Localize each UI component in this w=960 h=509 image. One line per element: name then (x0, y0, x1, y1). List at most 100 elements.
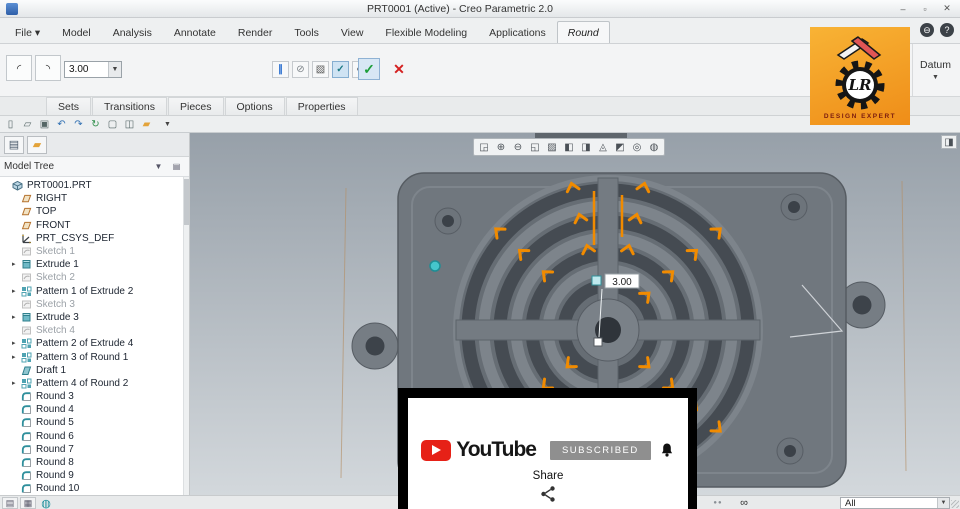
subtab-properties[interactable]: Properties (285, 97, 358, 115)
tab-analysis[interactable]: Analysis (102, 21, 163, 43)
tree-item[interactable]: Round 3 (0, 390, 189, 403)
tree-scrollbar-thumb[interactable] (184, 179, 189, 225)
minimize-icon[interactable]: – (896, 3, 910, 15)
save-icon[interactable]: ▣ (37, 117, 52, 131)
folder-icon[interactable]: ▰ (139, 117, 154, 131)
tree-item[interactable]: FRONT (0, 219, 189, 232)
search-binoculars-icon[interactable]: ∞ (736, 497, 752, 509)
chevron-down-icon[interactable]: ▼ (932, 74, 939, 81)
tree-item[interactable]: Sketch 1 (0, 245, 189, 258)
regenerate-icon[interactable]: ↻ (88, 117, 103, 131)
dimension-value[interactable]: 3.00 (612, 277, 632, 288)
help-icon[interactable]: ? (940, 23, 954, 37)
share-icon[interactable] (539, 485, 557, 503)
tree-item[interactable]: Round 4 (0, 403, 189, 416)
tree-item[interactable]: Sketch 3 (0, 298, 189, 311)
windows-icon[interactable]: ◫ (122, 117, 137, 131)
settings-list-icon[interactable]: ▤ (167, 159, 185, 174)
expand-arrow-icon[interactable]: ▸ (12, 351, 21, 364)
tab-annotate[interactable]: Annotate (163, 21, 227, 43)
tab-render[interactable]: Render (227, 21, 283, 43)
view-manager-icon[interactable]: ◍ (646, 140, 662, 154)
tree-item[interactable]: TOP (0, 205, 189, 218)
ok-check-icon[interactable]: ✓ (358, 58, 380, 80)
tab-tools[interactable]: Tools (283, 21, 330, 43)
tree-scrollbar[interactable] (183, 177, 189, 495)
undo-icon[interactable]: ↶ (54, 117, 69, 131)
round-sets-icon[interactable]: ◜ (6, 55, 32, 81)
annotation-display-icon[interactable]: ◩ (612, 140, 628, 154)
subscribed-button[interactable]: SUBSCRIBED (549, 440, 651, 460)
tree-item[interactable]: Round 9 (0, 469, 189, 482)
panel-toggle-icon[interactable]: ◨ (941, 135, 957, 149)
expand-arrow-icon[interactable]: ▸ (12, 377, 21, 390)
dimension-handle[interactable] (591, 275, 602, 286)
tree-item[interactable]: Sketch 4 (0, 324, 189, 337)
reference-point[interactable] (429, 260, 441, 272)
preview-detached-icon[interactable]: ▧ (312, 61, 329, 78)
radius-input[interactable]: 3.00 ▼ (64, 61, 122, 78)
browser-toggle-icon[interactable]: ▦ (20, 497, 36, 509)
close-window-icon[interactable]: ▢ (105, 117, 120, 131)
spin-center-icon[interactable]: ◎ (629, 140, 645, 154)
tree-item[interactable]: ▸ Pattern 3 of Round 1 (0, 350, 189, 363)
tree-item[interactable]: ▸ Pattern 4 of Round 2 (0, 377, 189, 390)
folder-browser-tab-icon[interactable]: ▰ (27, 135, 47, 154)
tab-round[interactable]: Round (556, 21, 610, 43)
tree-item[interactable]: Round 10 (0, 482, 189, 495)
tree-item[interactable]: ▸ Pattern 2 of Extrude 4 (0, 337, 189, 350)
chevron-down-icon[interactable]: ▼ (937, 498, 949, 508)
close-icon[interactable]: ✕ (940, 3, 954, 15)
selection-filter-dropdown[interactable]: All ▼ (840, 497, 950, 509)
zoom-in-icon[interactable]: ⊕ (493, 140, 509, 154)
datum-group[interactable]: Datum ▼ (912, 44, 958, 96)
pause-icon[interactable]: ∥ (272, 61, 289, 78)
subtab-transitions[interactable]: Transitions (92, 97, 167, 115)
tree-item[interactable]: PRT0001.PRT (0, 179, 189, 192)
notification-bell-icon[interactable] (659, 442, 675, 458)
expand-arrow-icon[interactable]: ▸ (12, 337, 21, 350)
expand-arrow-icon[interactable]: ▸ (12, 285, 21, 298)
maximize-icon[interactable]: ▫ (918, 3, 932, 15)
subtab-pieces[interactable]: Pieces (167, 97, 224, 115)
resize-grip[interactable] (951, 500, 959, 508)
tab-applications[interactable]: Applications (478, 21, 557, 43)
new-file-icon[interactable]: ▯ (3, 117, 18, 131)
redo-icon[interactable]: ↷ (71, 117, 86, 131)
minimize-ribbon-icon[interactable]: ⊖ (920, 23, 934, 37)
datum-display-icon[interactable]: ◬ (595, 140, 611, 154)
expand-arrow-icon[interactable]: ▸ (12, 258, 21, 271)
radius-value[interactable]: 3.00 (65, 64, 108, 75)
remove-set-icon[interactable]: ⊘ (292, 61, 309, 78)
expand-arrow-icon[interactable]: ▸ (12, 311, 21, 324)
chevron-down-icon[interactable]: ▼ (108, 62, 121, 77)
tab-view[interactable]: View (330, 21, 375, 43)
open-icon[interactable]: ▱ (20, 117, 35, 131)
selection-dots-icon[interactable]: ●● (710, 497, 726, 509)
preview-attached-icon[interactable]: ✓ (332, 61, 349, 78)
tree-item[interactable]: RIGHT (0, 192, 189, 205)
tree-item[interactable]: Draft 1 (0, 364, 189, 377)
tab-model[interactable]: Model (51, 21, 102, 43)
tree-item[interactable]: ▸ Extrude 1 (0, 258, 189, 271)
tree-item[interactable]: PRT_CSYS_DEF (0, 232, 189, 245)
drag-handle[interactable] (593, 337, 603, 347)
filter-icon[interactable]: ▼ (149, 159, 167, 174)
repaint-icon[interactable]: ▨ (544, 140, 560, 154)
model-tree-toggle-icon[interactable]: ▤ (2, 497, 18, 509)
cancel-x-icon[interactable]: ✕ (388, 58, 410, 80)
tree-item[interactable]: Round 6 (0, 430, 189, 443)
tree-item[interactable]: Sketch 2 (0, 271, 189, 284)
tab-flexible-modeling[interactable]: Flexible Modeling (374, 21, 478, 43)
zoom-window-icon[interactable]: ◲ (476, 140, 492, 154)
tree-item[interactable]: ▸ Pattern 1 of Extrude 2 (0, 285, 189, 298)
more-icon[interactable]: ▼ (160, 117, 175, 131)
title-bar[interactable]: PRT0001 (Active) - Creo Parametric 2.0 –… (0, 0, 960, 18)
zoom-out-icon[interactable]: ⊖ (510, 140, 526, 154)
subtab-options[interactable]: Options (224, 97, 285, 115)
subtab-sets[interactable]: Sets (46, 97, 92, 115)
tree-item[interactable]: ▸ Extrude 3 (0, 311, 189, 324)
tab-file[interactable]: File ▾ (4, 21, 51, 43)
refit-icon[interactable]: ◱ (527, 140, 543, 154)
display-style-icon[interactable]: ◧ (561, 140, 577, 154)
